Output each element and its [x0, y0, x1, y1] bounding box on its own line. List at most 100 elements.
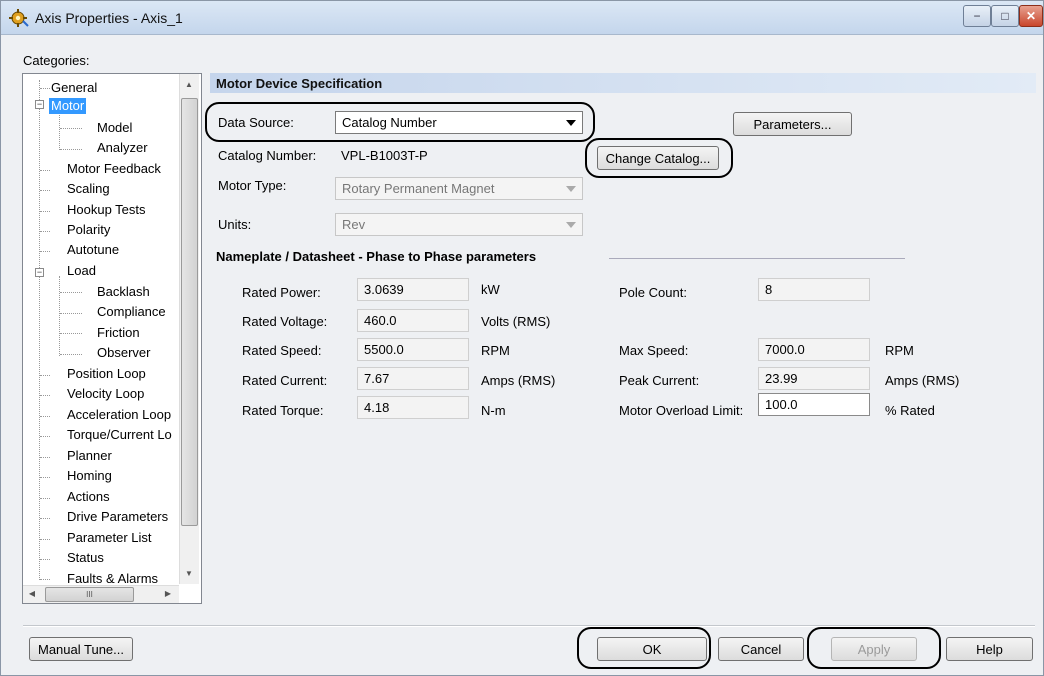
- tree-branch: [40, 88, 50, 89]
- chevron-down-icon: [566, 120, 576, 126]
- scroll-down-icon[interactable]: ▼: [180, 569, 198, 578]
- tree-item-planner[interactable]: Planner: [67, 448, 112, 464]
- tree-item-status[interactable]: Status: [67, 550, 104, 566]
- tree-item-torque-current-loop[interactable]: Torque/Current Lo: [67, 427, 172, 443]
- chevron-down-icon: [566, 222, 576, 228]
- scroll-right-icon[interactable]: ▶: [161, 589, 175, 598]
- tree-branch: [60, 149, 82, 150]
- tree-branch: [40, 436, 50, 437]
- rated-voltage-unit: Volts (RMS): [481, 314, 551, 329]
- tree-guide-line: [59, 276, 60, 356]
- tree-branch: [40, 579, 50, 580]
- data-source-dropdown[interactable]: Catalog Number: [335, 111, 583, 134]
- tree-item-actions[interactable]: Actions: [67, 489, 110, 505]
- motor-type-dropdown[interactable]: Rotary Permanent Magnet: [335, 177, 583, 200]
- tree-item-load[interactable]: Load: [67, 263, 96, 279]
- rated-voltage-field: 460.0: [357, 309, 469, 332]
- parameters-button[interactable]: Parameters...: [733, 112, 852, 136]
- help-button[interactable]: Help: [946, 637, 1033, 661]
- rated-power-field: 3.0639: [357, 278, 469, 301]
- pole-count-field: 8: [758, 278, 870, 301]
- tree-item-position-loop[interactable]: Position Loop: [67, 366, 146, 382]
- categories-label: Categories:: [23, 53, 90, 68]
- tree-branch: [40, 211, 50, 212]
- rated-torque-field: 4.18: [357, 396, 469, 419]
- tree-item-friction[interactable]: Friction: [97, 325, 140, 341]
- catalog-number-value: VPL-B1003T-P: [341, 148, 428, 163]
- rated-torque-label: Rated Torque:: [242, 403, 324, 418]
- tree-item-compliance[interactable]: Compliance: [97, 304, 166, 320]
- rated-speed-field: 5500.0: [357, 338, 469, 361]
- max-speed-label: Max Speed:: [619, 343, 689, 358]
- units-dropdown[interactable]: Rev: [335, 213, 583, 236]
- tree-item-motor[interactable]: Motor: [49, 98, 87, 114]
- peak-current-field: 23.99: [758, 367, 870, 390]
- tree-item-velocity-loop[interactable]: Velocity Loop: [67, 386, 144, 402]
- tree-branch: [60, 292, 82, 293]
- nameplate-section-title: Nameplate / Datasheet - Phase to Phase p…: [216, 249, 537, 264]
- tree-branch: [40, 559, 50, 560]
- manual-tune-button[interactable]: Manual Tune...: [29, 637, 133, 661]
- collapse-icon[interactable]: −: [35, 268, 44, 277]
- ok-button[interactable]: OK: [597, 637, 707, 661]
- tree-branch: [40, 395, 50, 396]
- catalog-number-label: Catalog Number:: [218, 148, 317, 163]
- window-title: Axis Properties - Axis_1: [35, 10, 183, 26]
- collapse-icon[interactable]: −: [35, 100, 44, 109]
- peak-current-label: Peak Current:: [619, 373, 700, 388]
- motor-type-label: Motor Type:: [218, 178, 287, 193]
- tree-item-analyzer[interactable]: Analyzer: [97, 140, 148, 156]
- rated-voltage-label: Rated Voltage:: [242, 314, 328, 329]
- apply-button[interactable]: Apply: [831, 637, 917, 661]
- axis-app-icon: [9, 9, 29, 27]
- overload-limit-input[interactable]: 100.0: [758, 393, 870, 416]
- peak-current-unit: Amps (RMS): [885, 373, 960, 388]
- tree-item-drive-parameters[interactable]: Drive Parameters: [67, 509, 168, 525]
- tree-branch: [40, 190, 50, 191]
- minimize-button[interactable]: −: [963, 5, 991, 27]
- tree-scroll-thumb[interactable]: [181, 98, 198, 526]
- close-button[interactable]: ✕: [1019, 5, 1043, 27]
- tree-item-backlash[interactable]: Backlash: [97, 284, 150, 300]
- cancel-button[interactable]: Cancel: [718, 637, 804, 661]
- tree-branch: [40, 498, 50, 499]
- rated-current-field: 7.67: [357, 367, 469, 390]
- axis-properties-dialog: Axis Properties - Axis_1 − □ ✕ Categorie…: [0, 0, 1044, 676]
- rated-current-unit: Amps (RMS): [481, 373, 556, 388]
- scroll-up-icon[interactable]: ▲: [180, 80, 198, 89]
- tree-hscroll-thumb[interactable]: III: [45, 587, 134, 602]
- rated-speed-label: Rated Speed:: [242, 343, 322, 358]
- scroll-left-icon[interactable]: ◀: [25, 589, 39, 598]
- rated-current-label: Rated Current:: [242, 373, 328, 388]
- tree-item-autotune[interactable]: Autotune: [67, 242, 119, 258]
- tree-item-scaling[interactable]: Scaling: [67, 181, 110, 197]
- tree-item-homing[interactable]: Homing: [67, 468, 112, 484]
- tree-branch: [60, 354, 82, 355]
- tree-item-observer[interactable]: Observer: [97, 345, 150, 361]
- max-speed-unit: RPM: [885, 343, 914, 358]
- footer-separator: [23, 625, 1035, 627]
- categories-tree[interactable]: General − Motor Model Analyzer Motor Fee…: [22, 73, 202, 604]
- units-value: Rev: [342, 217, 366, 232]
- max-speed-field: 7000.0: [758, 338, 870, 361]
- tree-guide-line: [59, 112, 60, 150]
- tree-item-general[interactable]: General: [51, 80, 97, 96]
- tree-branch: [60, 128, 82, 129]
- maximize-button[interactable]: □: [991, 5, 1019, 27]
- tree-item-motor-feedback[interactable]: Motor Feedback: [67, 161, 161, 177]
- tree-item-hookup-tests[interactable]: Hookup Tests: [67, 202, 146, 218]
- tree-branch: [40, 416, 50, 417]
- tree-item-model[interactable]: Model: [97, 120, 132, 136]
- title-bar[interactable]: Axis Properties - Axis_1 − □ ✕: [1, 1, 1043, 35]
- change-catalog-button[interactable]: Change Catalog...: [597, 146, 719, 170]
- tree-guide-line: [39, 80, 40, 580]
- tree-branch: [40, 170, 50, 171]
- tree-item-polarity[interactable]: Polarity: [67, 222, 110, 238]
- tree-branch: [60, 313, 82, 314]
- tree-item-parameter-list[interactable]: Parameter List: [67, 530, 152, 546]
- tree-branch: [40, 457, 50, 458]
- tree-item-acceleration-loop[interactable]: Acceleration Loop: [67, 407, 171, 423]
- rated-power-unit: kW: [481, 282, 500, 297]
- tree-branch: [40, 251, 50, 252]
- data-source-value: Catalog Number: [342, 115, 437, 130]
